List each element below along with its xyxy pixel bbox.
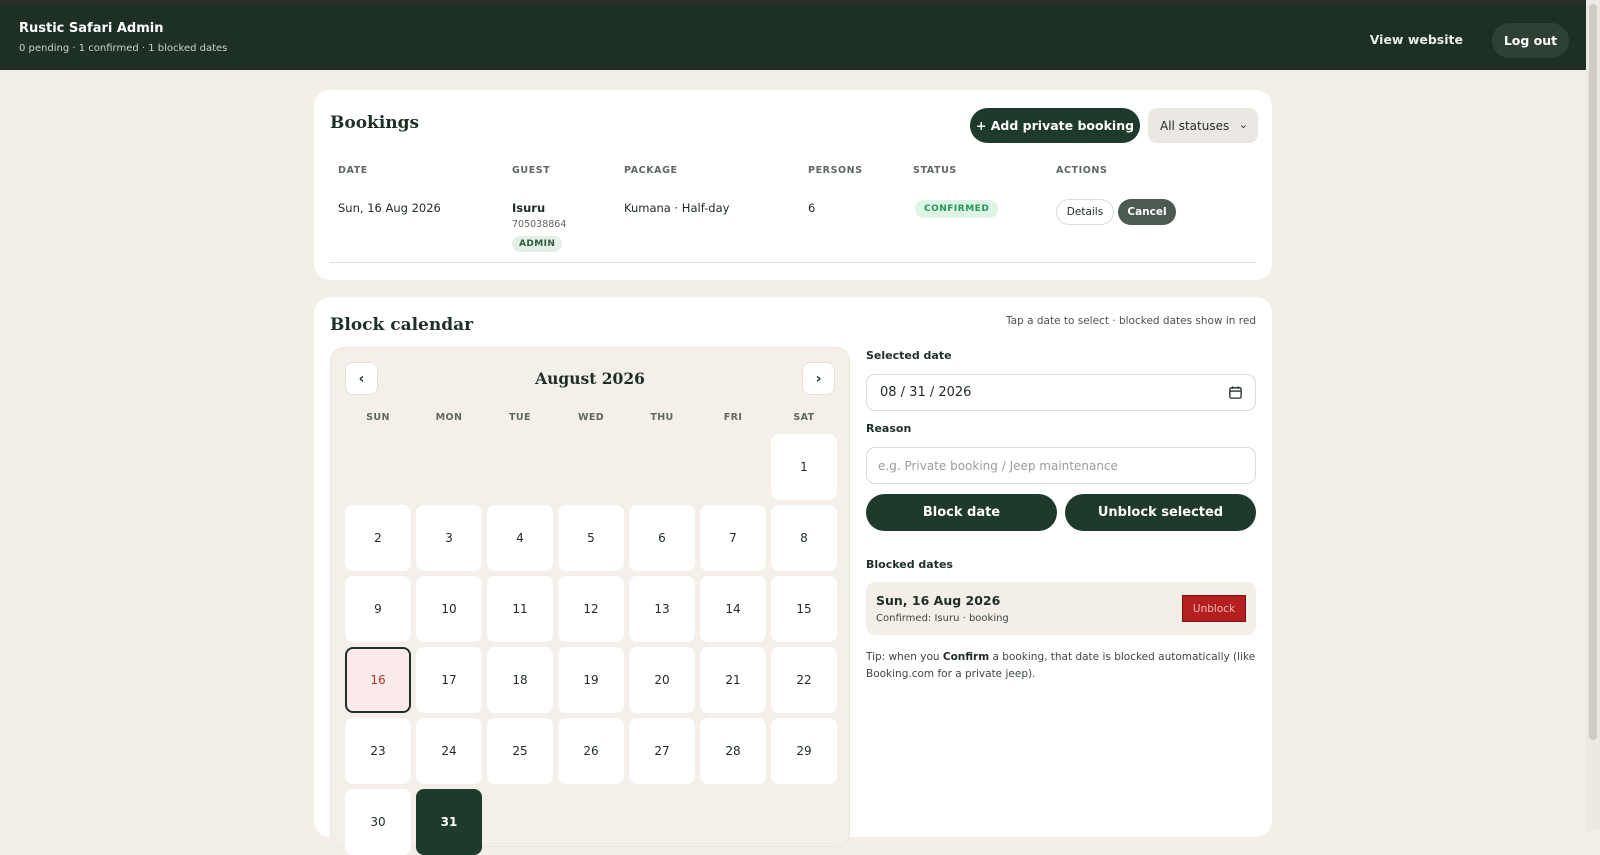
tip-bold: Confirm (942, 651, 990, 663)
add-private-booking-button[interactable]: + Add private booking (970, 108, 1140, 143)
tip-prefix: Tip: when you (866, 651, 943, 663)
selected-date-input[interactable]: 08 / 31 / 2026 (866, 374, 1256, 411)
weekday-sat: SAT (793, 412, 815, 423)
top-bar: Rustic Safari Admin 0 pending · 1 confir… (0, 0, 1586, 70)
calendar-day-4[interactable]: 4 (487, 505, 553, 571)
calendar-day-30[interactable]: 30 (345, 789, 411, 855)
calendar-day-28[interactable]: 28 (700, 718, 766, 784)
calendar-panel: ‹ August 2026 › SUN MON TUE WED THU FRI SAT 12… (330, 347, 850, 855)
calendar-day-9[interactable]: 9 (345, 576, 411, 642)
chevron-right-icon: › (815, 370, 822, 387)
calendar-day-24[interactable]: 24 (416, 718, 482, 784)
calendar-day-29[interactable]: 29 (771, 718, 837, 784)
reason-label: Reason (866, 422, 912, 435)
booking-summary: 0 pending · 1 confirmed · 1 blocked date… (19, 43, 228, 54)
status-filter-select[interactable]: All statuses ⌄ (1148, 108, 1258, 143)
column-header-persons: PERSONS (808, 165, 863, 176)
next-month-button[interactable]: › (802, 362, 835, 395)
blocked-date-item: Sun, 16 Aug 2026 Confirmed: Isuru · book… (866, 582, 1256, 635)
unblock-button[interactable]: Unblock (1182, 595, 1246, 622)
blocked-date-note: Confirmed: Isuru · booking (876, 613, 1009, 624)
tip-text: Tip: when you Confirm a booking, that da… (866, 649, 1258, 683)
calendar-day-21[interactable]: 21 (700, 647, 766, 713)
calendar-day-12[interactable]: 12 (558, 576, 624, 642)
cancel-booking-button[interactable]: Cancel (1118, 199, 1176, 225)
guest-phone: 705038864 (512, 219, 567, 230)
calendar-day-2[interactable]: 2 (345, 505, 411, 571)
booking-date: Sun, 16 Aug 2026 (338, 201, 441, 215)
calendar-day-5[interactable]: 5 (558, 505, 624, 571)
calendar-day-13[interactable]: 13 (629, 576, 695, 642)
unblock-selected-button[interactable]: Unblock selected (1065, 494, 1256, 531)
calendar-day-19[interactable]: 19 (558, 647, 624, 713)
selected-date-value: 08 / 31 / 2026 (880, 385, 972, 400)
calendar-day-3[interactable]: 3 (416, 505, 482, 571)
booking-persons: 6 (808, 201, 816, 215)
block-date-button[interactable]: Block date (866, 494, 1057, 531)
view-website-link[interactable]: View website (1370, 32, 1463, 47)
calendar-day-17[interactable]: 17 (416, 647, 482, 713)
calendar-day-7[interactable]: 7 (700, 505, 766, 571)
calendar-day-16[interactable]: 16 (345, 647, 411, 713)
scrollbar-thumb[interactable] (1589, 4, 1597, 740)
weekday-wed: WED (577, 412, 605, 423)
weekday-mon: MON (435, 412, 463, 423)
calendar-icon[interactable] (1228, 385, 1243, 400)
block-calendar-title: Block calendar (330, 315, 474, 335)
calendar-day-23[interactable]: 23 (345, 718, 411, 784)
status-filter-value: All statuses (1160, 118, 1230, 133)
calendar-day-31[interactable]: 31 (416, 789, 482, 855)
calendar-hint: Tap a date to select · blocked dates sho… (1005, 315, 1256, 327)
block-calendar-card: Block calendar Tap a date to select · bl… (314, 297, 1272, 855)
bookings-card: Bookings + Add private booking All statu… (314, 90, 1272, 280)
calendar-day-18[interactable]: 18 (487, 647, 553, 713)
calendar-day-11[interactable]: 11 (487, 576, 553, 642)
calendar-day-26[interactable]: 26 (558, 718, 624, 784)
calendar-day-20[interactable]: 20 (629, 647, 695, 713)
booking-package: Kumana · Half-day (624, 201, 730, 215)
admin-badge: ADMIN (512, 236, 563, 252)
weekday-tue: TUE (509, 412, 531, 423)
column-header-date: DATE (338, 165, 368, 176)
column-header-guest: GUEST (512, 165, 551, 176)
calendar-day-8[interactable]: 8 (771, 505, 837, 571)
month-label: August 2026 (535, 369, 645, 388)
calendar-day-25[interactable]: 25 (487, 718, 553, 784)
calendar-day-10[interactable]: 10 (416, 576, 482, 642)
guest-name: Isuru (512, 201, 546, 215)
calendar-day-6[interactable]: 6 (629, 505, 695, 571)
details-button[interactable]: Details (1056, 199, 1114, 225)
calendar-day-15[interactable]: 15 (771, 576, 837, 642)
column-header-status: STATUS (913, 165, 957, 176)
logout-button[interactable]: Log out (1492, 23, 1569, 58)
reason-input[interactable] (866, 447, 1256, 484)
column-header-package: PACKAGE (624, 165, 678, 176)
chevron-down-icon: ⌄ (1238, 118, 1248, 131)
app-title: Rustic Safari Admin (19, 21, 164, 36)
calendar-day-22[interactable]: 22 (771, 647, 837, 713)
selected-date-label: Selected date (866, 349, 952, 362)
calendar-day-27[interactable]: 27 (629, 718, 695, 784)
page-scrollbar[interactable] (1586, 0, 1600, 831)
bookings-title: Bookings (330, 113, 420, 133)
blocked-dates-label: Blocked dates (866, 558, 953, 571)
weekday-fri: FRI (723, 412, 743, 423)
status-badge: CONFIRMED (915, 200, 999, 218)
weekday-thu: THU (650, 412, 674, 423)
row-divider (330, 262, 1256, 263)
column-header-actions: ACTIONS (1056, 165, 1108, 176)
blocked-date-text: Sun, 16 Aug 2026 (876, 593, 1001, 608)
weekday-sun: SUN (366, 412, 390, 423)
calendar-day-1[interactable]: 1 (771, 434, 837, 500)
calendar-day-14[interactable]: 14 (700, 576, 766, 642)
